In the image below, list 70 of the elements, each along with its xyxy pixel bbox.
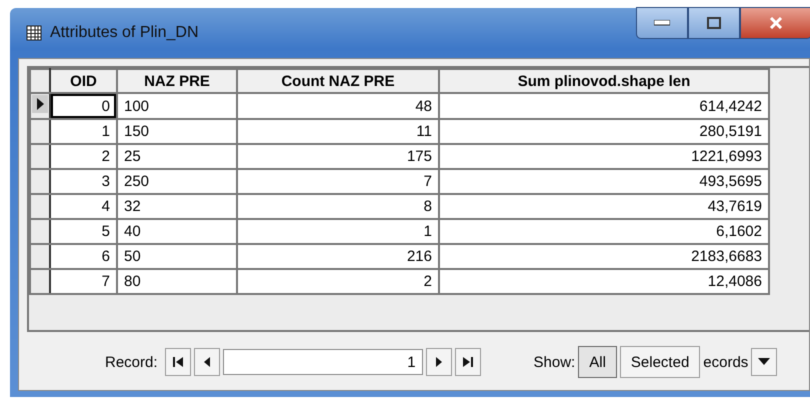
table-icon — [26, 25, 42, 41]
minimize-button[interactable] — [636, 7, 688, 39]
table-cell: 7 — [50, 269, 117, 294]
skip-last-icon — [462, 356, 474, 368]
table-cell: 7 — [237, 169, 439, 194]
table-cell: 11 — [237, 119, 439, 144]
column-header[interactable]: NAZ PRE — [117, 69, 237, 93]
table-cell: 5 — [50, 219, 117, 244]
record-label: Record: — [105, 354, 158, 370]
table-cell: 80 — [117, 269, 237, 294]
row-selector[interactable] — [30, 194, 50, 219]
table-corner[interactable] — [30, 69, 50, 93]
triangle-right-icon — [434, 356, 443, 368]
table-cell: 614,4242 — [439, 93, 769, 119]
table-cell: 8 — [237, 194, 439, 219]
row-selector[interactable] — [30, 144, 50, 169]
table-cell: 150 — [117, 119, 237, 144]
window-title: Attributes of Plin_DN — [50, 24, 199, 42]
show-label: Show: — [534, 354, 576, 370]
table-cell: 250 — [117, 169, 237, 194]
next-record-button[interactable] — [426, 348, 452, 376]
table-cell: 280,5191 — [439, 119, 769, 144]
close-button[interactable] — [740, 7, 810, 39]
table-cell: 25 — [117, 144, 237, 169]
caret-icon — [758, 358, 770, 366]
table-cell: 48 — [237, 93, 439, 119]
table-cell: 40 — [117, 219, 237, 244]
table-cell: 1 — [50, 119, 117, 144]
table-cell: 493,5695 — [439, 169, 769, 194]
table-cell: 1221,6993 — [439, 144, 769, 169]
maximize-icon — [707, 17, 721, 29]
row-selector[interactable] — [30, 93, 50, 119]
previous-record-button[interactable] — [194, 348, 220, 376]
table-cell: 6 — [50, 244, 117, 269]
last-record-button[interactable] — [454, 348, 481, 376]
row-selector[interactable] — [30, 219, 50, 244]
table-cell: 1 — [237, 219, 439, 244]
minimize-icon — [654, 20, 670, 26]
current-row-icon — [31, 94, 49, 114]
table-cell: 43,7619 — [439, 194, 769, 219]
row-selector[interactable] — [30, 169, 50, 194]
table-cell: 0 — [50, 93, 117, 119]
table-cell: 4 — [50, 194, 117, 219]
table-cell: 2183,6683 — [439, 244, 769, 269]
table-cell: 2 — [50, 144, 117, 169]
skip-first-icon — [172, 356, 184, 368]
close-icon — [769, 17, 783, 29]
table-cell: 216 — [237, 244, 439, 269]
table-cell: 6,1602 — [439, 219, 769, 244]
first-record-button[interactable] — [164, 348, 191, 376]
show-option[interactable]: All — [578, 346, 617, 378]
table-cell: 3 — [50, 169, 117, 194]
table-cell: 100 — [117, 93, 237, 119]
row-selector[interactable] — [30, 244, 50, 269]
row-selector[interactable] — [30, 269, 50, 294]
row-selector[interactable] — [30, 119, 50, 144]
column-header[interactable]: Sum plinovod.shape len — [439, 69, 769, 93]
show-option[interactable]: Selected — [620, 346, 700, 378]
column-header[interactable]: Count NAZ PRE — [237, 69, 439, 93]
table-cell: 50 — [117, 244, 237, 269]
maximize-button[interactable] — [688, 7, 740, 39]
table-cell: 12,4086 — [439, 269, 769, 294]
records-label: ecords — [703, 354, 748, 370]
table-cell: 2 — [237, 269, 439, 294]
column-header[interactable]: OID — [50, 69, 117, 93]
table-cell: 175 — [237, 144, 439, 169]
record-field[interactable]: 1 — [222, 349, 423, 375]
triangle-left-icon — [202, 356, 211, 368]
dropdown-button[interactable] — [751, 348, 778, 376]
table-cell: 32 — [117, 194, 237, 219]
